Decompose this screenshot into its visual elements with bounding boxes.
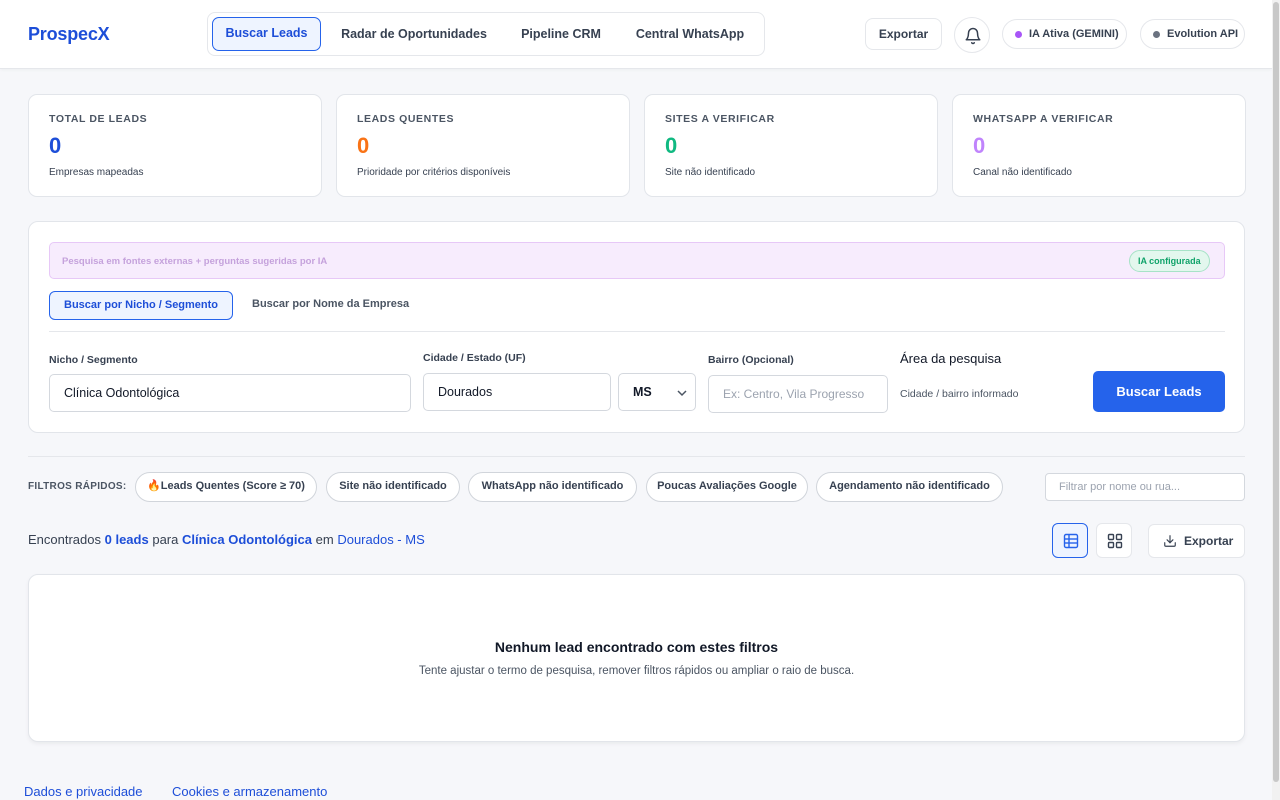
tab-pipeline-crm[interactable]: Pipeline CRM <box>508 17 614 51</box>
filter-chip-no-site[interactable]: Site não identificado <box>326 472 460 502</box>
app-logo[interactable]: ProspecX <box>28 24 110 45</box>
empty-state-subtitle: Tente ajustar o termo de pesquisa, remov… <box>418 665 855 677</box>
stat-value: 0 <box>665 133 678 158</box>
neighborhood-label: Bairro (Opcional) <box>708 354 794 366</box>
ai-banner: Pesquisa em fontes externas + perguntas … <box>49 242 1225 279</box>
divider <box>49 331 1225 332</box>
evolution-status-label: Evolution API <box>1167 28 1239 40</box>
quick-filters-label: FILTROS RÁPIDOS: <box>28 481 127 492</box>
stat-value: 0 <box>49 133 62 158</box>
grid-view-button[interactable] <box>1096 523 1132 558</box>
stat-value: 0 <box>973 133 986 158</box>
stat-label: LEADS QUENTES <box>357 113 455 125</box>
stat-subtitle: Canal não identificado <box>973 167 1072 178</box>
results-in: em <box>315 532 334 547</box>
top-header: ProspecX Buscar Leads Radar de Oportunid… <box>0 0 1272 69</box>
state-select[interactable]: MS <box>618 373 696 411</box>
results-location: Dourados - MS <box>337 532 425 547</box>
status-dot-icon <box>1015 31 1022 38</box>
chevron-down-icon <box>677 390 687 397</box>
city-input[interactable]: Dourados <box>423 373 611 411</box>
export-results-button[interactable]: Exportar <box>1148 524 1245 558</box>
stat-subtitle: Prioridade por critérios disponíveis <box>357 167 511 178</box>
stat-subtitle: Site não identificado <box>665 167 756 178</box>
tab-buscar-leads[interactable]: Buscar Leads <box>212 17 321 51</box>
results-for: para <box>152 532 179 547</box>
empty-state-title: Nenhum lead encontrado com estes filtros <box>494 639 779 655</box>
export-results-label: Exportar <box>1184 534 1234 548</box>
stat-value: 0 <box>357 133 370 158</box>
table-view-button[interactable] <box>1052 523 1088 558</box>
scrollbar-thumb[interactable] <box>1273 2 1279 782</box>
evolution-api-badge[interactable]: Evolution API <box>1140 19 1245 49</box>
state-select-value: MS <box>633 385 652 399</box>
download-icon <box>1164 535 1176 547</box>
tab-central-whatsapp[interactable]: Central WhatsApp <box>622 17 758 51</box>
filter-chip-no-whatsapp[interactable]: WhatsApp não identificado <box>468 472 637 502</box>
niche-input[interactable]: Clínica Odontológica <box>49 374 411 412</box>
status-dot-icon <box>1153 31 1160 38</box>
stat-card-leads-quentes: LEADS QUENTES 0 Prioridade por critérios… <box>336 94 630 197</box>
area-title: Área da pesquisa <box>900 351 1002 366</box>
main-nav: Buscar Leads Radar de Oportunidades Pipe… <box>207 12 765 56</box>
results-summary: Encontrados 0 leads para Clínica Odontol… <box>28 532 425 547</box>
results-niche: Clínica Odontológica <box>182 532 313 547</box>
neighborhood-input[interactable]: Ex: Centro, Vila Progresso <box>708 375 888 413</box>
search-panel: Pesquisa em fontes externas + perguntas … <box>28 221 1245 433</box>
ai-configured-badge: IA configurada <box>1129 250 1210 272</box>
ai-status-badge[interactable]: IA Ativa (GEMINI) <box>1002 19 1127 49</box>
results-count: 0 leads <box>104 532 149 547</box>
filter-chip-no-scheduling[interactable]: Agendamento não identificado <box>816 472 1003 502</box>
niche-label: Nicho / Segmento <box>49 354 138 366</box>
stat-subtitle: Empresas mapeadas <box>49 167 144 178</box>
stat-label: WHATSAPP A VERIFICAR <box>973 113 1114 125</box>
stat-label: SITES A VERIFICAR <box>665 113 775 125</box>
results-prefix: Encontrados <box>28 532 101 547</box>
stat-label: TOTAL DE LEADS <box>49 113 148 125</box>
stat-card-whatsapp-verificar: WHATSAPP A VERIFICAR 0 Canal não identif… <box>952 94 1246 197</box>
cookies-link[interactable]: Cookies e armazenamento <box>172 784 327 799</box>
privacy-link[interactable]: Dados e privacidade <box>24 784 143 799</box>
tab-search-by-company[interactable]: Buscar por Nome da Empresa <box>238 291 423 320</box>
stat-card-total-leads: TOTAL DE LEADS 0 Empresas mapeadas <box>28 94 322 197</box>
city-label: Cidade / Estado (UF) <box>423 352 526 364</box>
ai-status-label: IA Ativa (GEMINI) <box>1029 28 1119 40</box>
tab-search-by-niche[interactable]: Buscar por Nicho / Segmento <box>49 291 234 320</box>
divider <box>28 456 1245 457</box>
empty-state-card: Nenhum lead encontrado com estes filtros… <box>28 574 1245 742</box>
area-subtitle: Cidade / bairro informado <box>900 388 1019 400</box>
grid-icon <box>1107 533 1123 549</box>
search-leads-button[interactable]: Buscar Leads <box>1093 371 1225 412</box>
tab-radar-oportunidades[interactable]: Radar de Oportunidades <box>330 17 498 51</box>
filter-chip-hot-leads[interactable]: 🔥Leads Quentes (Score ≥ 70) <box>135 472 317 502</box>
filter-name-input[interactable]: Filtrar por nome ou rua... <box>1045 473 1245 501</box>
export-button[interactable]: Exportar <box>865 18 942 50</box>
stat-card-sites-verificar: SITES A VERIFICAR 0 Site não identificad… <box>644 94 938 197</box>
bell-icon <box>965 27 981 45</box>
filter-chip-few-reviews[interactable]: Poucas Avaliações Google <box>646 472 808 502</box>
notifications-button[interactable] <box>954 17 990 53</box>
table-icon <box>1063 533 1079 549</box>
ai-banner-text: Pesquisa em fontes externas + perguntas … <box>62 256 328 267</box>
